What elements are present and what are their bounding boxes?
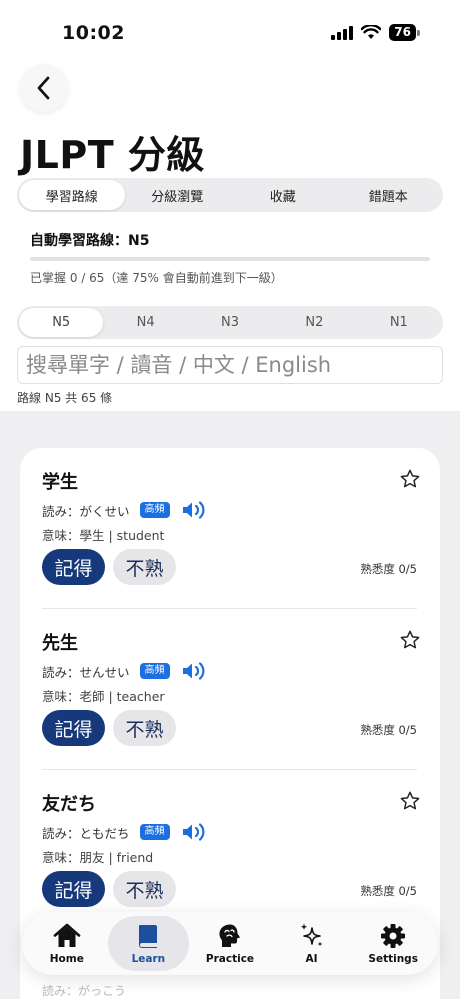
list-item: 友だち 読み：ともだち 高頻 意味：朋友 | friend 記得 不熟 熟悉度 … [42,770,420,931]
battery-icon: 76 [389,24,420,41]
back-button[interactable] [20,64,68,112]
tab-learning-route[interactable]: 學習路線 [19,180,125,210]
meaning-text: 意味：老師 | teacher [42,689,165,704]
route-count-label: 路線 N5 共 65 條 [17,391,113,405]
next-item-peek: 読み：がっこう [42,984,127,998]
sparkles-icon [298,922,326,950]
star-icon[interactable] [399,629,421,651]
tab-label: Learn [131,953,166,965]
tab-ai[interactable]: AI [271,916,353,971]
main-tabs: 學習路線 分級瀏覽 收藏 錯題本 [17,178,443,212]
level-tab-n2[interactable]: N2 [272,308,356,337]
book-icon [134,922,162,950]
meaning-text: 意味：學生 | student [42,528,165,543]
level-tab-n1[interactable]: N1 [357,308,441,337]
remember-button[interactable]: 記得 [42,710,105,746]
unfamiliar-button[interactable]: 不熟 [113,549,176,585]
level-tabs: N5 N4 N3 N2 N1 [17,306,443,339]
tab-settings[interactable]: Settings [352,916,434,971]
word-text: 学生 [42,472,78,493]
frequency-badge: 高頻 [139,502,170,518]
reading-line: 読み：せんせい 高頻 [42,660,210,682]
word-text: 友だち [42,794,96,815]
tab-label: AI [305,953,318,965]
tab-label: Home [49,953,84,965]
brain-icon [216,922,244,950]
meaning-text: 意味：朋友 | friend [42,850,154,865]
tab-mistakes[interactable]: 錯題本 [336,180,442,210]
tab-label: Settings [368,953,418,965]
frequency-badge: 高頻 [139,663,170,679]
unfamiliar-button[interactable]: 不熟 [113,871,176,907]
route-progress-bar [30,257,430,261]
level-tab-n5[interactable]: N5 [19,308,104,337]
star-icon[interactable] [399,790,421,812]
search-input[interactable] [17,346,443,384]
star-icon[interactable] [399,468,421,490]
unfamiliar-button[interactable]: 不熟 [113,710,176,746]
tab-learn[interactable]: Learn [107,916,190,971]
list-item: 学生 読み：がくせい 高頻 意味：學生 | student 記得 不熟 熟悉度 … [42,448,420,609]
status-bar: 10:02 76 [0,0,460,64]
reading-line: 読み：ともだち 高頻 [42,821,210,843]
speaker-icon[interactable] [180,499,210,521]
tab-favorites[interactable]: 收藏 [230,180,336,210]
tab-practice[interactable]: Practice [189,916,271,971]
wifi-icon [361,25,382,39]
familiarity-text: 熟悉度 0/5 [360,723,417,737]
route-label: 自動學習路線：N5 [30,233,150,249]
word-text: 先生 [42,633,78,654]
list-item: 先生 読み：せんせい 高頻 意味：老師 | teacher 記得 不熟 熟悉度 … [42,609,420,770]
level-tab-n4[interactable]: N4 [103,308,187,337]
status-time: 10:02 [62,22,125,44]
progress-note: 已掌握 0 / 65（達 75% 會自動前進到下一級） [30,271,283,285]
familiarity-text: 熟悉度 0/5 [360,884,417,898]
page-title: JLPT 分級 [20,133,205,177]
chevron-left-icon [37,76,50,100]
tab-bar: Home Learn Practice AI Settings [22,912,438,975]
familiarity-text: 熟悉度 0/5 [360,562,417,576]
speaker-icon[interactable] [180,660,210,682]
reading-text: 読み：がくせい [42,503,130,519]
tab-label: Practice [205,953,255,965]
remember-button[interactable]: 記得 [42,549,105,585]
tab-level-browse[interactable]: 分級瀏覽 [125,180,231,210]
reading-line: 読み：がくせい 高頻 [42,499,210,521]
tab-home[interactable]: Home [26,916,108,971]
remember-button[interactable]: 記得 [42,871,105,907]
speaker-icon[interactable] [180,821,210,843]
reading-text: 読み：せんせい [42,664,130,680]
frequency-badge: 高頻 [139,824,170,840]
gear-icon [379,922,407,950]
cellular-signal-icon [331,25,354,40]
battery-level: 76 [389,24,416,41]
level-tab-n3[interactable]: N3 [188,308,272,337]
reading-text: 読み：ともだち [42,825,130,841]
home-icon [53,922,81,950]
status-icons: 76 [331,24,420,41]
